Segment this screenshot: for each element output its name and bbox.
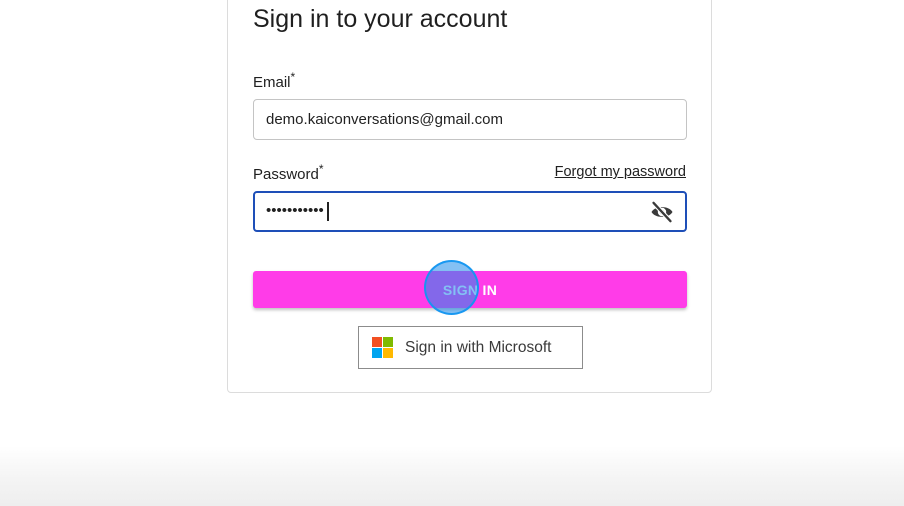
email-required-mark: *: [290, 70, 296, 84]
email-field[interactable]: demo.kaiconversations@gmail.com: [253, 99, 687, 140]
password-required-mark: *: [318, 162, 324, 176]
sign-in-with-microsoft-button[interactable]: Sign in with Microsoft: [358, 326, 583, 369]
password-field[interactable]: •••••••••••: [253, 191, 687, 232]
email-label-text: Email: [253, 74, 291, 91]
password-label-text: Password: [253, 166, 319, 183]
page-title: Sign in to your account: [253, 5, 508, 33]
sign-in-card: Sign in to your account Email* demo.kaic…: [227, 0, 712, 393]
forgot-password-link[interactable]: Forgot my password: [555, 164, 686, 180]
email-value: demo.kaiconversations@gmail.com: [266, 111, 503, 128]
password-label: Password*: [253, 163, 324, 183]
microsoft-logo-icon: [372, 337, 393, 358]
page-bottom-fade: [0, 446, 904, 506]
eye-off-icon[interactable]: [650, 200, 674, 224]
sign-in-button[interactable]: SIGN IN: [253, 271, 687, 308]
microsoft-button-label: Sign in with Microsoft: [405, 339, 552, 356]
text-caret: [327, 202, 329, 221]
password-masked-value: •••••••••••: [266, 202, 324, 219]
email-label: Email*: [253, 71, 295, 91]
